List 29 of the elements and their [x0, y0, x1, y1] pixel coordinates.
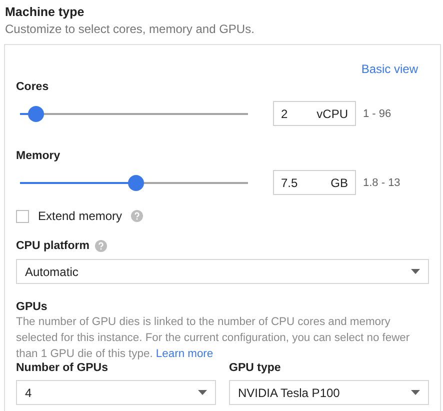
cpu-platform-select[interactable]: Automatic	[16, 259, 429, 284]
number-input[interactable]: 2 vCPU	[273, 101, 356, 126]
input-value: 2	[281, 106, 288, 120]
field-label: Cores	[16, 81, 49, 93]
section-title: Machine type	[5, 5, 86, 19]
learn-more-link[interactable]: Learn more	[156, 348, 214, 360]
field-label: Number of GPUs	[16, 362, 108, 374]
unit-label: GB	[330, 176, 348, 190]
unit-label: vCPU	[316, 106, 348, 120]
input-value: 7.5	[281, 176, 298, 190]
field-label: GPU type	[229, 362, 281, 374]
range-label: 1.8 - 13	[363, 176, 400, 188]
slider-thumb[interactable]	[28, 106, 44, 122]
gpus-title: GPUs	[16, 301, 48, 313]
slider-thumb[interactable]	[128, 174, 144, 190]
section-subtitle: Customize to select cores, memory and GPUs.	[5, 22, 256, 36]
caret-icon	[198, 390, 207, 395]
number-input[interactable]: 7.5 GB	[273, 170, 356, 195]
checkbox[interactable]	[16, 210, 29, 222]
range-label: 1 - 96	[363, 108, 392, 120]
field-label: Memory	[16, 150, 60, 162]
basic-view-link[interactable]: Basic view	[361, 62, 418, 76]
gpus-description: The number of GPU dies is linked to the number of CPU cores and memory selected for this instance. For the current configuration, you can select no fewer than 1 GPU die of this type. Learn more	[16, 315, 411, 362]
gpu-select[interactable]: NVIDIA Tesla P100	[229, 380, 429, 405]
gpu-select[interactable]: 4	[16, 380, 216, 405]
checkbox-label: Extend memory	[38, 209, 122, 223]
caret-icon	[411, 390, 420, 395]
caret-icon	[411, 269, 420, 274]
field-label: CPU platform	[16, 240, 90, 252]
